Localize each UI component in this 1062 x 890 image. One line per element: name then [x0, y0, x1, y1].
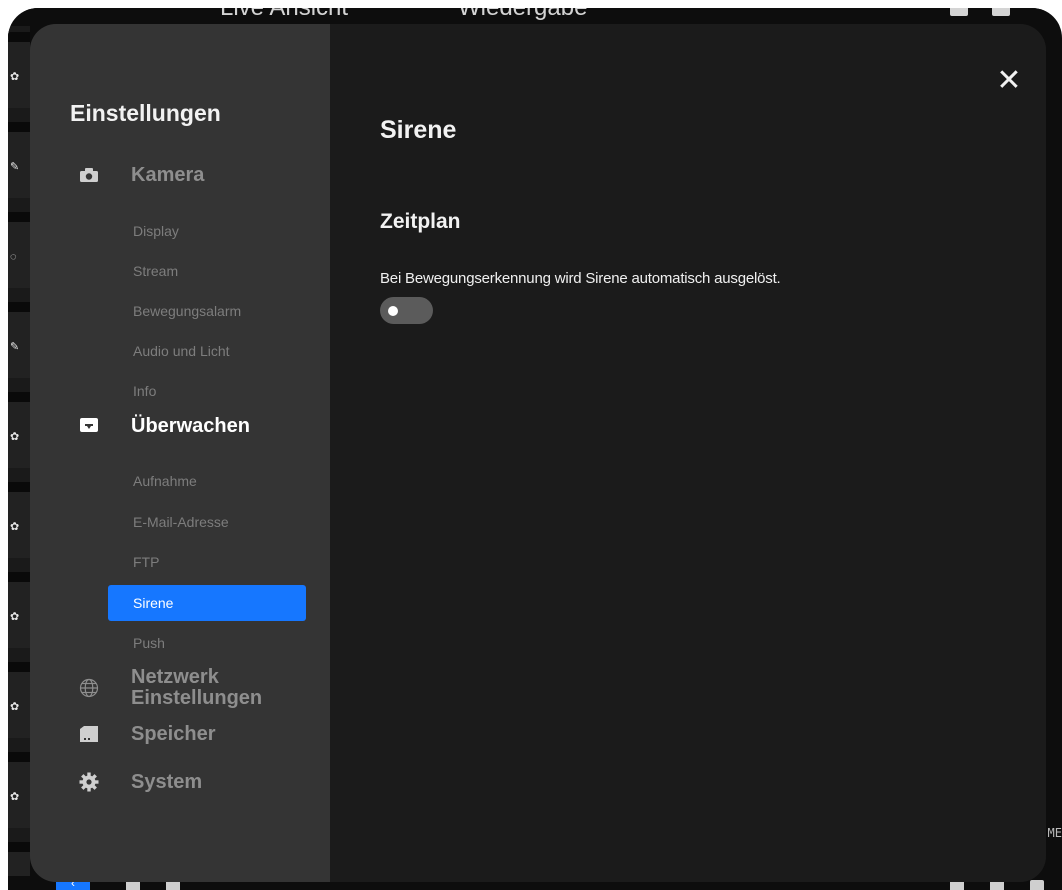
page-title: Sirene [380, 116, 457, 144]
toggle-knob [388, 306, 398, 316]
camera-icon [78, 164, 100, 186]
setting-description: Bei Bewegungserkennung wird Sirene autom… [380, 270, 781, 287]
sidebar-item-audio-light[interactable]: Audio und Licht [108, 333, 306, 369]
camera-thumbnail[interactable]: ✎ [8, 122, 30, 198]
camera-thumbnail[interactable]: ✿ [8, 752, 30, 828]
sidebar-category-camera[interactable]: Kamera [78, 164, 204, 186]
close-icon[interactable]: ✕ [996, 66, 1022, 96]
camera-thumbnail[interactable]: ✿ [8, 572, 30, 648]
settings-content: ✕ Sirene Zeitplan Bei Bewegungserkennung… [330, 24, 1046, 882]
sidebar-category-system[interactable]: System [78, 771, 202, 793]
gear-icon: ✿ [10, 521, 20, 533]
section-title: Zeitplan [380, 210, 461, 233]
sidebar-category-label: Überwachen [131, 414, 250, 437]
app-window: Live Ansicht Wiedergabe ✿ ✎ ◌ ✎ ✿ ✿ ✿ ✿ … [8, 8, 1062, 890]
loading-icon: ◌ [10, 251, 17, 263]
background-camera-strip: ✿ ✎ ◌ ✎ ✿ ✿ ✿ ✿ ✿ ✿ [8, 26, 30, 890]
gear-icon: ✿ [10, 701, 20, 713]
camera-thumbnail[interactable]: ◌ [8, 212, 30, 288]
camera-thumbnail[interactable]: ✿ [8, 662, 30, 738]
sidebar-category-label: Kamera [131, 163, 205, 186]
gear-icon: ✿ [10, 431, 20, 443]
tab-playback[interactable]: Wiedergabe [458, 8, 587, 22]
camera-thumbnail[interactable]: ✎ [8, 302, 30, 378]
globe-icon [78, 677, 100, 699]
sidebar-item-display[interactable]: Display [108, 213, 306, 249]
settings-modal: Einstellungen Kamera Display Stream Bewe… [30, 24, 1046, 882]
sidebar-item-siren[interactable]: Sirene [108, 585, 306, 621]
gear-icon: ✿ [10, 71, 20, 83]
gear-icon: ✿ [10, 611, 20, 623]
sidebar-item-motion-alarm[interactable]: Bewegungsalarm [108, 293, 306, 329]
gear-icon [78, 771, 100, 793]
sidebar-category-monitoring[interactable]: Überwachen [78, 415, 250, 437]
camera-thumbnail[interactable]: ✿ [8, 32, 30, 108]
sidebar-item-ftp[interactable]: FTP [108, 544, 306, 580]
sidebar-item-email[interactable]: E-Mail-Adresse [108, 504, 306, 540]
siren-auto-toggle[interactable] [380, 297, 433, 324]
edit-icon: ✎ [10, 161, 20, 173]
sidebar-category-label: Netzwerk Einstellungen [131, 666, 263, 709]
sidebar-item-stream[interactable]: Stream [108, 253, 306, 289]
tab-live-view[interactable]: Live Ansicht [220, 8, 348, 22]
layout-icon[interactable] [950, 8, 968, 16]
sidebar-item-info[interactable]: Info [108, 373, 306, 409]
sidebar-item-push[interactable]: Push [108, 625, 306, 661]
sidebar-item-recording[interactable]: Aufnahme [108, 463, 306, 499]
sidebar-title: Einstellungen [70, 100, 221, 126]
background-label: ME [1047, 826, 1062, 840]
sidebar-category-network[interactable]: Netzwerk Einstellungen [78, 667, 281, 709]
camera-thumbnail[interactable]: ✿ [8, 392, 30, 468]
edit-icon: ✎ [10, 341, 20, 353]
grid-icon[interactable] [992, 8, 1010, 16]
sidebar-category-label: Speicher [131, 722, 216, 745]
settings-sidebar: Einstellungen Kamera Display Stream Bewe… [30, 24, 330, 882]
sidebar-category-label: System [131, 770, 203, 793]
sidebar-category-storage[interactable]: Speicher [78, 723, 215, 745]
monitor-icon [78, 415, 100, 437]
camera-thumbnail[interactable]: ✿ [8, 482, 30, 558]
gear-icon: ✿ [10, 791, 20, 803]
sd-card-icon [78, 723, 100, 745]
